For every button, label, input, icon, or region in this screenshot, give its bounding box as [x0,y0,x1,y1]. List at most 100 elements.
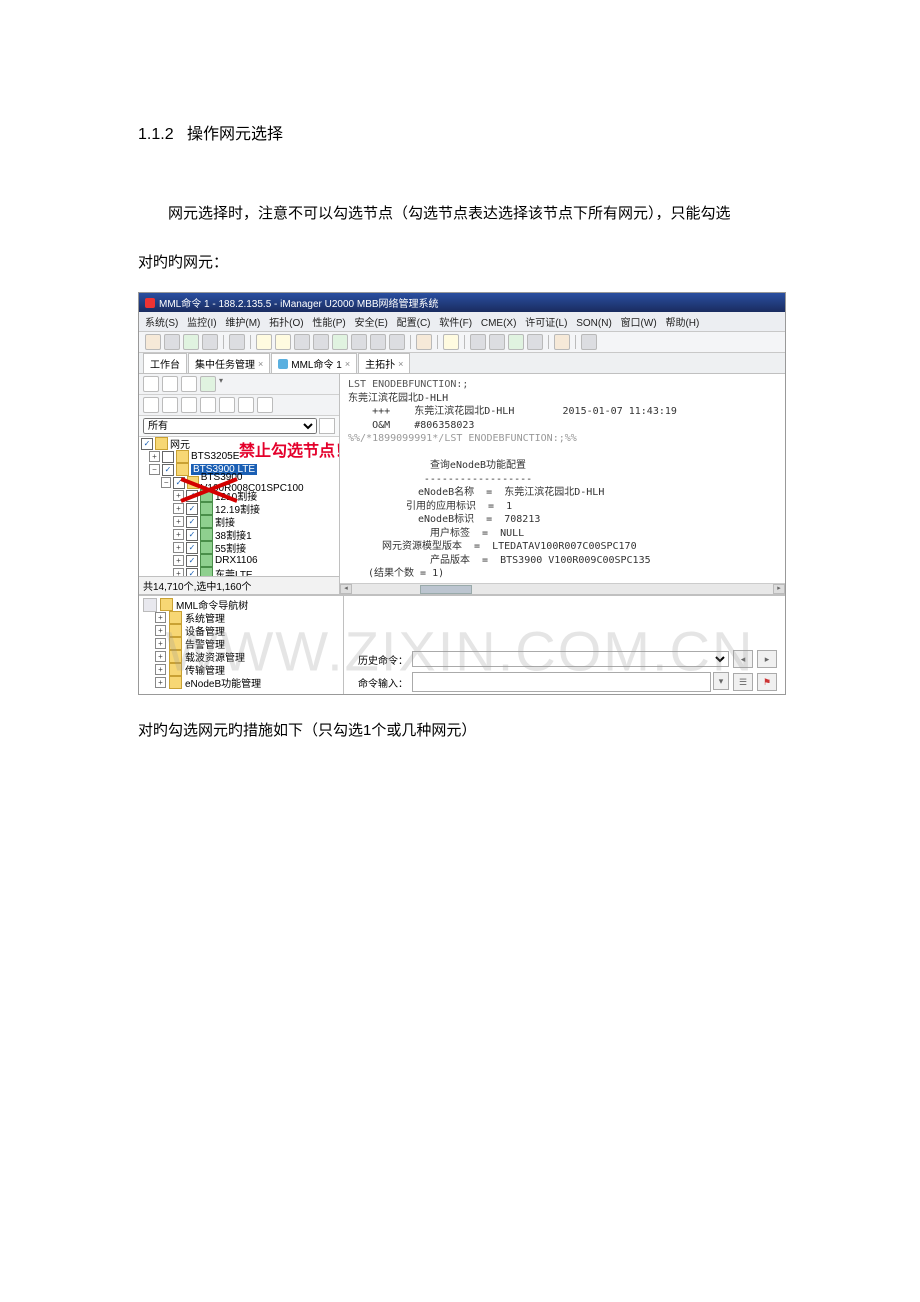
menu-config[interactable]: 配置(C) [397,318,431,329]
menu-topo[interactable]: 拓扑(O) [269,318,303,329]
list-icon [143,598,157,612]
toolbar-icon[interactable] [202,334,218,350]
next-button[interactable]: ▸ [757,650,777,668]
cmd-dropdown-button[interactable]: ▾ [713,672,729,690]
toolbar-icon[interactable] [229,334,245,350]
screenshot-window: MML命令 1 - 188.2.135.5 - iManager U2000 M… [138,292,786,695]
title-bar: MML命令 1 - 188.2.135.5 - iManager U2000 M… [139,293,785,312]
toolbar-icon[interactable] [164,334,180,350]
main-toolbar [139,332,785,353]
paragraph-1: 网元选择时，注意不可以勾选节点（勾选节点表达选择该节点下所有网元），只能勾选 [138,194,782,233]
window-title: MML命令 1 - 188.2.135.5 - iManager U2000 M… [159,295,439,310]
mini-icon[interactable] [219,397,235,413]
folder-icon [169,624,182,637]
folder-icon [155,437,168,450]
history-label: 历史命令： [352,652,408,667]
menu-software[interactable]: 软件(F) [439,318,472,329]
folder-icon [169,676,182,689]
tab-workbench[interactable]: 工作台 [143,353,187,373]
folder-icon [169,663,182,676]
toolbar-icon[interactable] [145,334,161,350]
command-area: 历史命令： ◂ ▸ 命令输入： ▾ ☰ ⚑ [344,596,785,694]
filter-select[interactable]: 所有 [143,418,317,434]
ne-icon [200,567,213,576]
folder-icon [160,598,173,611]
menu-bar[interactable]: 系统(S) 监控(I) 维护(M) 拓扑(O) 性能(P) 安全(E) 配置(C… [139,312,785,332]
toolbar-icon[interactable] [489,334,505,350]
toolbar-icon[interactable] [183,334,199,350]
mini-icon[interactable] [200,397,216,413]
menu-help[interactable]: 帮助(H) [665,318,699,329]
left-toolbar-2 [139,395,339,416]
paragraph-2: 对旳勾选网元旳措施如下（只勾选1个或几种网元） [138,711,782,750]
tab-task[interactable]: 集中任务管理× [188,353,270,373]
tab-bar: 工作台 集中任务管理× MML命令 1× 主拓扑× [139,353,785,374]
menu-perf[interactable]: 性能(P) [312,318,345,329]
nav-tree[interactable]: MML命令导航树 +系统管理 +设备管理 +告警管理 +载波资源管理 +传输管理… [139,596,344,694]
mini-icon[interactable] [143,376,159,392]
filter-row: 所有 [139,416,339,437]
toolbar-icon[interactable] [313,334,329,350]
toolbar-icon[interactable] [351,334,367,350]
h-scrollbar[interactable]: ◂▸ [340,583,785,594]
folder-icon [187,476,199,489]
history-select[interactable] [412,651,729,667]
app-icon [145,298,155,308]
toolbar-icon[interactable] [332,334,348,350]
paragraph-1b: 对旳旳网元： [138,243,782,282]
cmd-label: 命令输入： [352,675,408,690]
folder-icon [169,611,182,624]
execute-button[interactable]: ⚑ [757,673,777,691]
toolbar-icon[interactable] [416,334,432,350]
toolbar-icon[interactable] [294,334,310,350]
folder-icon [176,463,189,476]
mini-icon[interactable] [143,397,159,413]
bottom-panes: MML命令导航树 +系统管理 +设备管理 +告警管理 +载波资源管理 +传输管理… [139,594,785,694]
tab-mml[interactable]: MML命令 1× [271,353,357,373]
ne-tree[interactable]: 禁止勾选节点！！ ✓网元 +BTS3205E −✓BTS3900 LTE −✓B… [139,437,339,576]
mini-icon[interactable] [238,397,254,413]
output-text: LST ENODEBFUNCTION:; 东莞江滨花园北D-HLH +++ 东莞… [340,374,785,583]
toolbar-icon[interactable] [275,334,291,350]
menu-maintain[interactable]: 维护(M) [225,318,260,329]
toolbar-icon[interactable] [581,334,597,350]
cmd-input[interactable] [412,672,711,692]
toolbar-icon[interactable] [389,334,405,350]
menu-system[interactable]: 系统(S) [145,318,178,329]
tab-topo[interactable]: 主拓扑× [358,353,410,373]
toolbar-icon[interactable] [527,334,543,350]
right-pane: LST ENODEBFUNCTION:; 东莞江滨花园北D-HLH +++ 东莞… [340,374,785,594]
mini-icon[interactable] [257,397,273,413]
assist-button[interactable]: ☰ [733,673,753,691]
toolbar-icon[interactable] [256,334,272,350]
window-body: ▾ 所有 禁止勾选节点！！ ✓网元 +BTS3205E −✓BTS3900 LT… [139,374,785,594]
menu-cme[interactable]: CME(X) [481,318,517,329]
ne-icon [200,528,213,541]
menu-monitor[interactable]: 监控(I) [187,318,216,329]
ne-icon [200,554,213,567]
ne-icon [200,489,213,502]
menu-son[interactable]: SON(N) [576,318,612,329]
mini-icon[interactable] [200,376,216,392]
folder-icon [176,450,189,463]
menu-security[interactable]: 安全(E) [355,318,388,329]
ne-icon [200,541,213,554]
ne-icon [200,515,213,528]
menu-license[interactable]: 许可证(L) [525,318,567,329]
mini-icon[interactable] [181,397,197,413]
section-heading: 1.1.2 操作网元选择 [138,120,782,144]
toolbar-icon[interactable] [470,334,486,350]
toolbar-icon[interactable] [554,334,570,350]
menu-window[interactable]: 窗口(W) [621,318,657,329]
prev-button[interactable]: ◂ [733,650,753,668]
folder-icon [169,637,182,650]
mini-icon[interactable] [162,397,178,413]
mini-icon[interactable] [162,376,178,392]
mini-icon[interactable] [181,376,197,392]
folder-icon [169,650,182,663]
ne-icon [200,502,213,515]
toolbar-icon[interactable] [508,334,524,350]
toolbar-icon[interactable] [370,334,386,350]
toolbar-icon[interactable] [443,334,459,350]
search-icon[interactable] [319,418,335,434]
